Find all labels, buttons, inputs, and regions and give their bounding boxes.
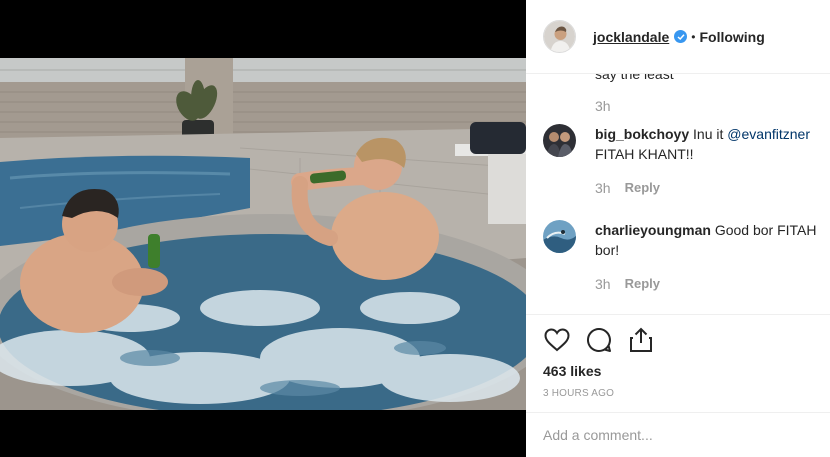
comment-username[interactable]: big_bokchoyy: [595, 126, 689, 142]
comment-time: 3h: [595, 276, 611, 292]
separator-dot: •: [691, 29, 696, 44]
comment-text: Inu it: [693, 126, 724, 142]
heart-icon[interactable]: [542, 325, 572, 355]
comment-time: 3h: [595, 180, 611, 196]
author-avatar[interactable]: [543, 20, 576, 53]
comment-text-continued: FITAH KHANT!!: [595, 146, 694, 162]
add-comment-input[interactable]: [543, 427, 803, 443]
commenter-avatar[interactable]: [543, 124, 576, 157]
post-header: jocklandale • Following: [526, 0, 830, 74]
comments-list[interactable]: say the least 3h big_bokchoyy Inu it @ev…: [526, 74, 830, 314]
comment-mention[interactable]: @evanfitzner: [727, 126, 810, 142]
reply-button[interactable]: Reply: [625, 274, 660, 294]
post-media: [0, 0, 526, 457]
share-icon[interactable]: [626, 325, 656, 355]
author-username[interactable]: jocklandale: [593, 29, 669, 45]
comment-item: big_bokchoyy Inu it @evanfitzner FITAH K…: [543, 124, 825, 198]
post-actions-section: 463 likes 3 HOURS AGO: [526, 314, 830, 399]
post-photo[interactable]: [0, 58, 526, 410]
post-sidebar: jocklandale • Following say the least 3h: [526, 0, 830, 457]
truncated-comment-text: say the least: [595, 74, 674, 82]
post-timestamp: 3 HOURS AGO: [543, 388, 615, 399]
following-button[interactable]: Following: [699, 29, 764, 45]
commenter-avatar[interactable]: [543, 220, 576, 253]
reply-button[interactable]: Reply: [625, 178, 660, 198]
verified-icon: [674, 30, 688, 43]
comment-username[interactable]: charlieyoungman: [595, 222, 711, 238]
likes-count[interactable]: 463 likes: [526, 363, 830, 379]
comment-icon[interactable]: [584, 325, 614, 355]
comment-item: charlieyoungman Good bor FITAH bor! 3h R…: [543, 220, 825, 294]
action-bar: [526, 315, 830, 355]
add-comment-area: [526, 412, 830, 457]
truncated-comment-time: 3h: [595, 98, 611, 114]
